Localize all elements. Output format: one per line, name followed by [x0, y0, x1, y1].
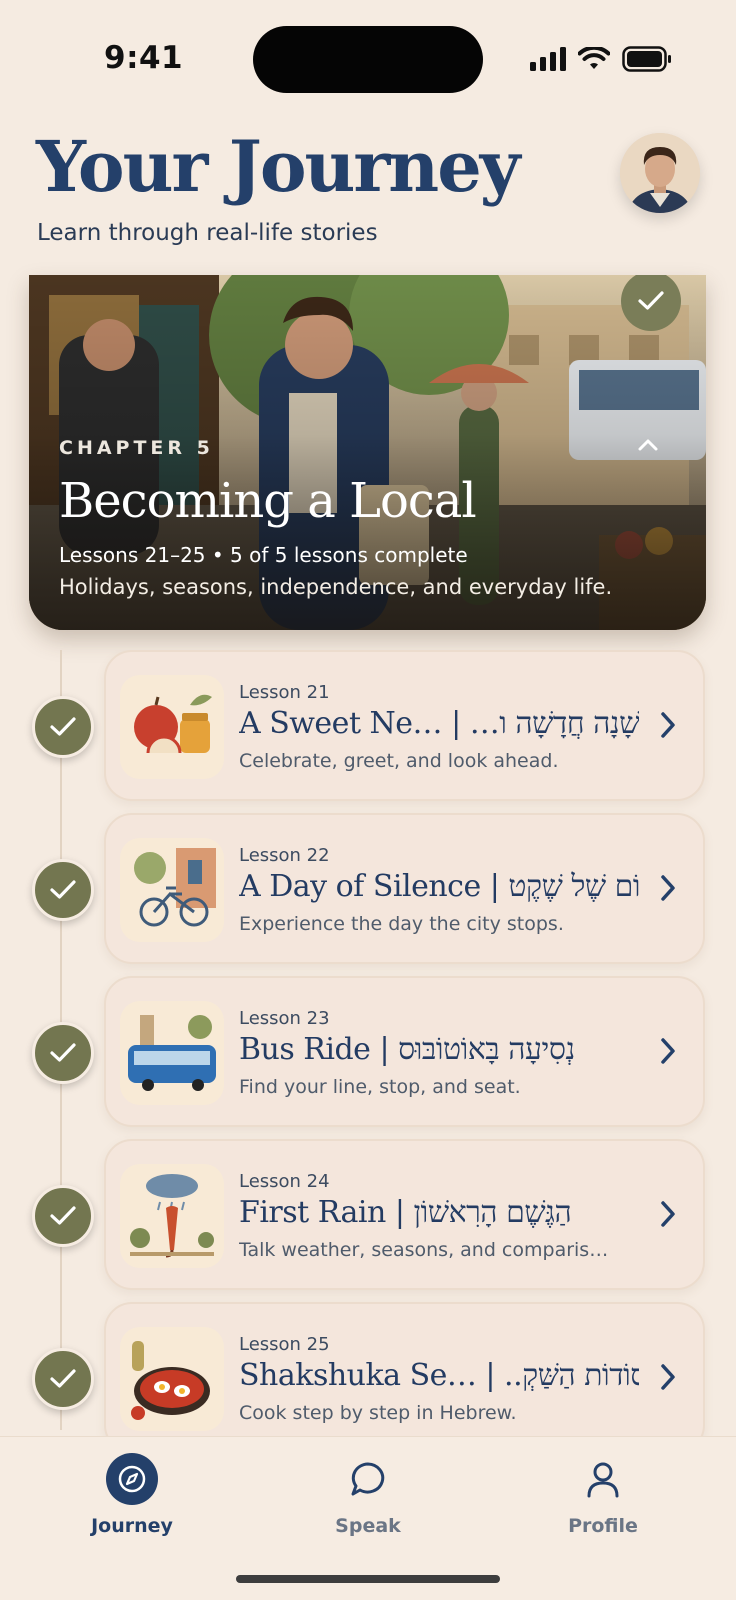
lesson-card[interactable]: Lesson 23 Bus Ride | נְסִיעָה בָּאוֹטוֹב… — [104, 976, 705, 1127]
profile-avatar[interactable] — [620, 133, 700, 213]
lesson-row: Lesson 23 Bus Ride | נְסִיעָה בָּאוֹטוֹב… — [0, 976, 736, 1128]
tab-journey[interactable]: Journey — [52, 1453, 212, 1537]
compass-icon — [106, 1453, 158, 1505]
status-bar: 9:41 — [0, 0, 736, 120]
battery-icon — [622, 46, 671, 72]
person-icon — [577, 1453, 629, 1505]
chapter-card[interactable]: CHAPTER 5 Becoming a Local Lessons 21–25… — [29, 275, 706, 630]
tab-profile[interactable]: Profile — [523, 1453, 683, 1537]
status-time: 9:41 — [104, 40, 184, 76]
lesson-number: Lesson 23 — [239, 1008, 330, 1029]
lesson-row: Lesson 25 Shakshuka Se… | ..סוֹדוֹת הַשַ… — [0, 1302, 736, 1436]
lesson-description: Experience the day the city stops. — [239, 913, 564, 935]
tab-label: Profile — [568, 1515, 638, 1537]
bus-icon — [120, 1001, 224, 1105]
lesson-complete-check-icon — [32, 696, 94, 758]
lesson-card[interactable]: Lesson 21 A Sweet Ne… | …שָׁנָה חֲדָשָׁה… — [104, 650, 705, 801]
chapter-description: Holidays, seasons, independence, and eve… — [59, 575, 613, 599]
lesson-complete-check-icon — [32, 1185, 94, 1247]
lesson-row: Lesson 24 First Rain | הַגֶּשֶׁם הָרִאשׁ… — [0, 1139, 736, 1291]
chapter-title: Becoming a Local — [59, 473, 477, 529]
apple-honey-icon — [120, 675, 224, 779]
lesson-description: Find your line, stop, and seat. — [239, 1076, 521, 1098]
lesson-title: First Rain | הַגֶּשֶׁם הָרִאשׁוֹן — [239, 1195, 572, 1230]
lesson-description: Cook step by step in Hebrew. — [239, 1402, 517, 1424]
lesson-list: Lesson 21 A Sweet Ne… | …שָׁנָה חֲדָשָׁה… — [0, 650, 736, 1436]
lesson-description: Celebrate, greet, and look ahead. — [239, 750, 559, 772]
tab-label: Speak — [335, 1515, 401, 1537]
dynamic-island — [253, 26, 483, 93]
wifi-icon — [578, 47, 610, 69]
collapse-chevron-up-icon[interactable] — [637, 438, 659, 452]
umbrella-rain-icon — [120, 1164, 224, 1268]
chat-bubble-icon — [342, 1453, 394, 1505]
lesson-description: Talk weather, seasons, and comparis… — [239, 1239, 609, 1261]
lesson-title: Bus Ride | נְסִיעָה בָּאוֹטוֹבּוּס — [239, 1032, 575, 1067]
status-icons — [530, 44, 672, 74]
lesson-complete-check-icon — [32, 859, 94, 921]
tab-speak[interactable]: Speak — [288, 1453, 448, 1537]
lesson-title: A Day of Silence | יוֹם שֶׁל שֶׁקֶט — [239, 869, 639, 904]
lesson-card[interactable]: Lesson 25 Shakshuka Se… | ..סוֹדוֹת הַשַ… — [104, 1302, 705, 1436]
lesson-row: Lesson 21 A Sweet Ne… | …שָׁנָה חֲדָשָׁה… — [0, 650, 736, 802]
lesson-number: Lesson 25 — [239, 1334, 330, 1355]
bicycle-icon — [120, 838, 224, 942]
lesson-title: Shakshuka Se… | ..סוֹדוֹת הַשַּׁקְ — [239, 1358, 639, 1393]
lesson-row: Lesson 22 A Day of Silence | יוֹם שֶׁל ש… — [0, 813, 736, 965]
chevron-right-icon[interactable] — [658, 873, 678, 903]
chevron-right-icon[interactable] — [658, 710, 678, 740]
avatar-image — [620, 133, 700, 213]
tab-label: Journey — [91, 1515, 173, 1537]
lesson-card[interactable]: Lesson 22 A Day of Silence | יוֹם שֶׁל ש… — [104, 813, 705, 964]
lesson-complete-check-icon — [32, 1022, 94, 1084]
lesson-complete-check-icon — [32, 1348, 94, 1410]
chapter-meta: Lessons 21–25 • 5 of 5 lessons complete — [59, 543, 468, 567]
lesson-number: Lesson 24 — [239, 1171, 330, 1192]
chevron-right-icon[interactable] — [658, 1362, 678, 1392]
chevron-right-icon[interactable] — [658, 1036, 678, 1066]
chevron-right-icon[interactable] — [658, 1199, 678, 1229]
lesson-number: Lesson 22 — [239, 845, 330, 866]
page-title: Your Journey — [36, 125, 520, 208]
lesson-card[interactable]: Lesson 24 First Rain | הַגֶּשֶׁם הָרִאשׁ… — [104, 1139, 705, 1290]
chapter-label: CHAPTER 5 — [59, 437, 214, 459]
lesson-number: Lesson 21 — [239, 682, 330, 703]
lesson-title: A Sweet Ne… | …שָׁנָה חֲדָשָׁה ו — [239, 706, 639, 741]
signal-icon — [530, 47, 566, 71]
home-indicator — [236, 1575, 500, 1583]
page-subtitle: Learn through real-life stories — [37, 220, 378, 246]
shakshuka-pan-icon — [120, 1327, 224, 1431]
